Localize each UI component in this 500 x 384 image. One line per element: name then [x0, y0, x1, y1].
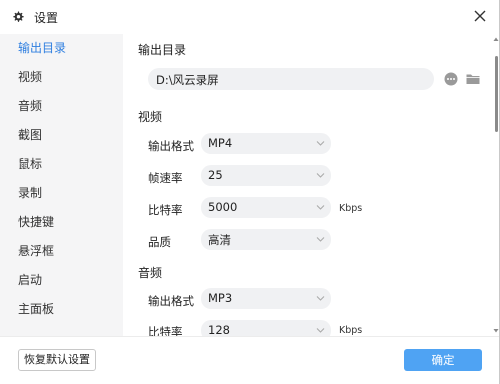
sidebar-item-startup[interactable]: 启动	[0, 266, 123, 295]
sidebar-item-output-dir[interactable]: 输出目录	[0, 34, 123, 63]
video-quality-value: 高清	[208, 233, 231, 247]
sidebar-item-video[interactable]: 视频	[0, 63, 123, 92]
ok-button[interactable]: 确定	[404, 349, 482, 371]
video-format-value: MP4	[208, 136, 233, 150]
chevron-down-icon	[316, 296, 325, 301]
video-format-label: 输出格式	[148, 139, 194, 153]
video-quality-label: 品质	[148, 235, 171, 249]
video-bitrate-select[interactable]: 5000	[201, 197, 331, 218]
gear-icon	[13, 11, 24, 22]
chevron-down-icon	[316, 205, 325, 210]
sidebar-item-mouse[interactable]: 鼠标	[0, 150, 123, 179]
sidebar-item-floating-box[interactable]: 悬浮框	[0, 237, 123, 266]
close-icon[interactable]	[472, 8, 488, 24]
video-bitrate-value: 5000	[208, 200, 238, 214]
sidebar-item-screenshot[interactable]: 截图	[0, 121, 123, 150]
window-title: 设置	[34, 11, 59, 25]
video-fps-select[interactable]: 25	[201, 165, 331, 186]
chevron-down-icon	[316, 328, 325, 333]
video-quality-select[interactable]: 高清	[201, 229, 331, 250]
audio-format-select[interactable]: MP3	[201, 288, 331, 309]
chevron-down-icon	[316, 173, 325, 178]
audio-bitrate-unit: Kbps	[339, 325, 363, 336]
chevron-down-icon	[316, 141, 325, 146]
output-dir-section-title: 输出目录	[138, 43, 187, 57]
video-fps-label: 帧速率	[148, 171, 183, 185]
output-path-field[interactable]: D:\风云录屏	[148, 68, 434, 90]
scrollbar-thumb[interactable]	[495, 56, 498, 132]
audio-bitrate-select[interactable]: 128	[201, 320, 331, 336]
sidebar-item-main-panel[interactable]: 主面板	[0, 295, 123, 324]
sidebar-item-hotkeys[interactable]: 快捷键	[0, 208, 123, 237]
dialog-footer: 恢复默认设置 确定	[0, 336, 500, 384]
sidebar-item-record[interactable]: 录制	[0, 179, 123, 208]
reset-defaults-button[interactable]: 恢复默认设置	[18, 349, 96, 371]
settings-dialog: 设置 输出目录 视频 音频 截图 鼠标 录制 快捷键 悬浮框 启动 主面板 输出…	[0, 0, 500, 384]
video-bitrate-label: 比特率	[148, 203, 183, 217]
video-section-title: 视频	[138, 110, 163, 124]
audio-format-label: 输出格式	[148, 294, 194, 308]
more-icon[interactable]	[443, 71, 459, 87]
video-fps-value: 25	[208, 168, 223, 182]
sidebar-item-audio[interactable]: 音频	[0, 92, 123, 121]
settings-content: 输出目录 D:\风云录屏 视频 输出格式 MP4 帧速率 25 比特率 5000	[123, 34, 489, 336]
folder-icon[interactable]	[465, 71, 481, 87]
audio-section-title: 音频	[138, 266, 163, 280]
video-bitrate-unit: Kbps	[339, 203, 363, 214]
video-format-select[interactable]: MP4	[201, 133, 331, 154]
settings-sidebar: 输出目录 视频 音频 截图 鼠标 录制 快捷键 悬浮框 启动 主面板	[0, 34, 123, 336]
audio-bitrate-label: 比特率	[148, 325, 183, 336]
title-bar: 设置	[0, 0, 500, 34]
output-path-text: D:\风云录屏	[156, 73, 219, 87]
audio-format-value: MP3	[208, 291, 233, 305]
audio-bitrate-value: 128	[208, 323, 230, 336]
chevron-down-icon	[316, 237, 325, 242]
